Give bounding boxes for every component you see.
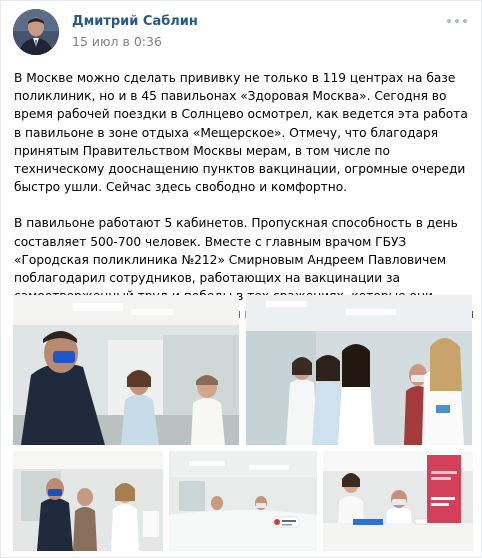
wall-post: Дмитрий Саблин 15 июл в 0:36 В Москве мо…	[0, 0, 482, 558]
post-photo-5[interactable]	[323, 451, 473, 551]
more-dot	[447, 19, 451, 23]
more-horizontal-icon[interactable]	[447, 15, 467, 27]
post-paragraph: В Москве можно сделать прививку не тольк…	[14, 71, 468, 195]
avatar[interactable]	[13, 9, 59, 55]
more-dot	[455, 19, 459, 23]
post-date-link[interactable]: 15 июл в 0:36	[72, 34, 162, 49]
post-author-link[interactable]: Дмитрий Саблин	[72, 14, 198, 29]
post-photo-3[interactable]	[13, 451, 163, 551]
more-dot	[463, 19, 467, 23]
post-photo-1[interactable]	[13, 295, 239, 445]
post-photo-2[interactable]	[246, 295, 472, 445]
post-photo-4[interactable]	[169, 451, 317, 551]
